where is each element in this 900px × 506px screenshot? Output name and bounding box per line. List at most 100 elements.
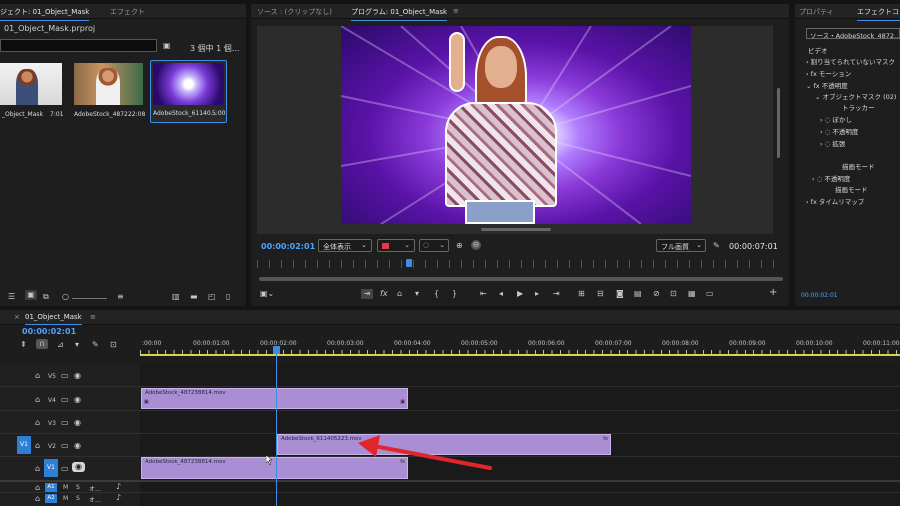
sync-icon[interactable]: ▭ — [61, 395, 69, 405]
tab-effect-controls[interactable]: エフェクトコン — [857, 7, 900, 21]
mark-out-icon[interactable]: } — [452, 289, 457, 299]
eye-icon[interactable]: ◉ — [72, 462, 85, 472]
new-item-icon[interactable]: ◰ — [208, 292, 216, 302]
timeline-timecode[interactable]: 00:00:02:01 — [22, 327, 76, 336]
export-frame-icon[interactable]: ⇥ — [361, 289, 373, 299]
wrench-icon[interactable]: ✎ — [713, 241, 720, 251]
quality-dropdown[interactable]: フル画質 ⌄ — [656, 239, 706, 252]
fx-object-mask[interactable]: ⌄ オブジェクトマスク (02) — [815, 91, 896, 101]
camera-icon[interactable]: ◙ — [616, 289, 624, 299]
close-icon[interactable]: × — [14, 313, 20, 321]
subtract-mask-icon[interactable]: ⊖ — [471, 240, 481, 250]
playhead-handle[interactable] — [273, 346, 280, 354]
add-button-icon[interactable]: + — [769, 288, 777, 298]
add-mask-icon[interactable]: ⊕ — [456, 241, 463, 251]
track-target-a2[interactable]: A2 — [45, 494, 57, 503]
mark-in-icon[interactable]: { — [434, 289, 439, 299]
fx-mask-opacity[interactable]: › ◌ 不透明度 — [820, 126, 858, 136]
overlay-dropdown[interactable]: ◌ ⌄ — [419, 239, 449, 252]
tab-source[interactable]: ソース : (クリップなし) — [257, 7, 332, 17]
track-target-a1[interactable]: A1 — [45, 483, 57, 492]
icon-view-icon[interactable]: ▣ — [25, 290, 37, 300]
fx-time-remap[interactable]: › fx タイムリマップ — [806, 196, 864, 206]
frame-icon[interactable]: ▭ — [706, 289, 714, 299]
sync-icon[interactable]: ▭ — [61, 371, 69, 381]
sort-icon[interactable]: ≡ — [117, 292, 124, 302]
sequence-menu-icon[interactable]: ≡ — [90, 313, 96, 321]
source-patch-v1[interactable]: V1 — [17, 436, 31, 454]
transparency-icon[interactable]: ▦ — [688, 289, 696, 299]
timeline-playhead[interactable] — [276, 346, 277, 506]
eye-icon[interactable]: ◉ — [74, 395, 81, 405]
fx-unassigned-mask[interactable]: › 割り当てられていないマスク — [806, 56, 895, 66]
program-timecode[interactable]: 00:00:02:01 — [261, 242, 315, 251]
eye-icon[interactable]: ◉ — [74, 441, 81, 451]
vr-icon[interactable]: ⊘ — [653, 289, 660, 299]
add-marker-icon[interactable]: ▾ — [415, 289, 419, 299]
fx-motion[interactable]: › fx モーション — [806, 68, 851, 78]
zoom-slider[interactable] — [72, 298, 107, 299]
insert-icon[interactable]: ⊞ — [578, 289, 585, 299]
solo-label[interactable]: S — [76, 495, 80, 502]
fx-opacity-2[interactable]: › ◌ 不透明度 — [812, 173, 850, 183]
fx-icon[interactable]: fx — [380, 289, 388, 299]
voice-label[interactable]: オ... — [89, 484, 101, 493]
tab-program[interactable]: プログラム: 01_Object_Mask — [351, 7, 448, 21]
fit-dropdown[interactable]: 全体表示 ⌄ — [318, 239, 372, 252]
thumbnail-stock-2-selected[interactable]: AdobeStock_61140... 5:00 — [150, 60, 227, 123]
fx-expand[interactable]: › ◌ 拡張 — [820, 138, 845, 148]
clip-v4[interactable]: AdobeStock_487238814.mov ▣ ▣ — [141, 388, 408, 409]
eye-icon[interactable]: ◉ — [74, 371, 81, 381]
nest-icon[interactable]: ⇞ — [20, 340, 27, 350]
track-target-v1[interactable]: V1 — [44, 459, 58, 477]
mute-label[interactable]: M — [63, 495, 68, 502]
fx-blend-mode[interactable]: 描画モード — [842, 161, 875, 171]
linked-icon[interactable]: ⊿ — [57, 340, 64, 350]
marker-dropdown-icon[interactable]: ▣⌄ — [260, 289, 274, 299]
monitor-zoom-bar[interactable] — [259, 277, 783, 281]
mask-color-dropdown[interactable]: ⌄ — [377, 239, 415, 252]
project-search-input[interactable] — [0, 39, 157, 52]
fx-blend-mode-2[interactable]: 描画モード — [835, 184, 868, 194]
lock-icon[interactable]: ⌂ — [397, 289, 402, 299]
captions-icon[interactable]: ⊡ — [110, 340, 117, 350]
program-menu-icon[interactable]: ≡ — [453, 7, 459, 15]
step-back-icon[interactable]: ◂ — [499, 289, 503, 299]
go-to-out-icon[interactable]: ⇥ — [553, 289, 560, 299]
lock-icon[interactable]: ⌂ — [35, 464, 40, 474]
thumbnail-stock-1[interactable] — [74, 63, 143, 105]
settings-wrench-icon[interactable]: ✎ — [92, 340, 99, 350]
trash-icon[interactable]: ▯ — [226, 292, 230, 302]
freeform-view-icon[interactable]: ⧉ — [43, 292, 49, 302]
overwrite-icon[interactable]: ⊟ — [597, 289, 604, 299]
voice-label[interactable]: オ... — [89, 495, 101, 504]
sync-icon[interactable]: ▭ — [61, 464, 69, 474]
sync-icon[interactable]: ▭ — [61, 418, 69, 428]
solo-label[interactable]: S — [76, 484, 80, 491]
lock-icon[interactable]: ⌂ — [35, 483, 40, 493]
lock-icon[interactable]: ⌂ — [35, 441, 40, 451]
video-h-scroll[interactable] — [481, 228, 551, 231]
safe-margin-icon[interactable]: ⊡ — [670, 289, 677, 299]
new-bin-icon[interactable]: ▣ — [163, 41, 171, 51]
mute-label[interactable]: M — [63, 484, 68, 491]
eye-icon[interactable]: ◉ — [74, 418, 81, 428]
fx-blur[interactable]: › ◌ ぼかし — [820, 114, 852, 124]
monitor-playhead[interactable] — [406, 259, 412, 267]
lock-icon[interactable]: ⌂ — [35, 371, 40, 381]
tab-effects[interactable]: エフェクト — [110, 7, 145, 17]
snap-icon[interactable]: ∩ — [36, 339, 48, 349]
list-view-icon[interactable]: ☰ — [8, 292, 15, 302]
play-icon[interactable]: ▶ — [517, 289, 523, 299]
tab-project[interactable]: ジェクト: 01_Object_Mask — [0, 7, 90, 21]
tab-properties[interactable]: プロパティ — [799, 7, 834, 17]
timeline-ruler[interactable] — [140, 350, 900, 356]
folder-icon[interactable]: ▬ — [190, 292, 198, 302]
zoom-out-icon[interactable]: ○ — [62, 292, 69, 302]
monitor-scrollbar[interactable] — [777, 88, 780, 158]
fx-tracker[interactable]: トラッカー — [842, 102, 875, 112]
compare-icon[interactable]: ▤ — [634, 289, 642, 299]
mic-icon[interactable]: ♪ — [116, 482, 121, 492]
mic-icon[interactable]: ♪ — [116, 493, 121, 503]
fx-opacity[interactable]: ⌄ fx 不透明度 — [806, 80, 848, 90]
